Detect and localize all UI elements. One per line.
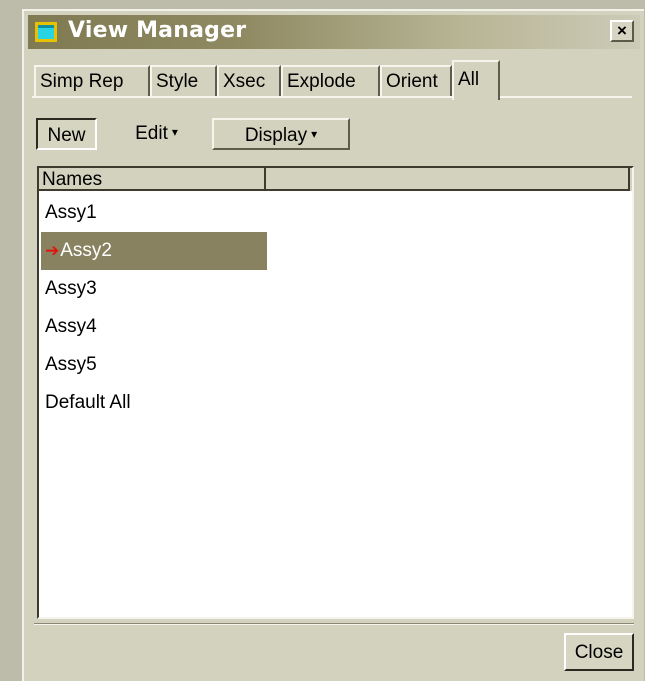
display-menu-button[interactable]: Display ▾: [212, 118, 350, 150]
list-item[interactable]: Default All: [41, 384, 131, 422]
list-item-selected[interactable]: ➔Assy2: [41, 232, 267, 270]
list-item-label: Assy2: [60, 240, 112, 261]
window-title: View Manager: [68, 18, 247, 43]
list-item[interactable]: Assy3: [41, 270, 97, 308]
title-bar[interactable]: View Manager ×: [28, 15, 640, 49]
edit-menu-button[interactable]: Edit ▾: [105, 118, 208, 150]
new-button[interactable]: New: [36, 118, 97, 150]
tab-style[interactable]: Style: [150, 65, 217, 97]
view-manager-dialog: View Manager × Simp Rep Style Xsec Explo…: [22, 9, 644, 681]
tab-all[interactable]: All: [452, 60, 500, 100]
list-item-label: Default All: [45, 392, 131, 413]
display-label: Display: [244, 125, 308, 146]
names-list[interactable]: Names Assy1 ➔Assy2 Assy3 Assy4 Assy5 Def…: [37, 166, 634, 619]
close-button[interactable]: Close: [564, 633, 634, 671]
close-icon[interactable]: ×: [610, 20, 634, 42]
list-item-label: Assy1: [45, 202, 97, 223]
list-item-label: Assy5: [45, 354, 97, 375]
column-header-2[interactable]: [266, 168, 630, 191]
list-header: Names: [39, 168, 632, 191]
column-header-names[interactable]: Names: [39, 168, 266, 191]
chevron-down-icon: ▾: [171, 125, 178, 139]
tab-panel-divider: [32, 96, 632, 98]
list-item-label: Assy4: [45, 316, 97, 337]
tab-explode[interactable]: Explode: [281, 65, 380, 97]
active-arrow-icon: ➔: [45, 241, 60, 260]
tab-orient[interactable]: Orient: [380, 65, 452, 97]
edit-label: Edit: [135, 123, 168, 144]
footer-divider: [34, 623, 634, 625]
list-item[interactable]: Assy1: [41, 194, 97, 232]
chevron-down-icon: ▾: [311, 127, 318, 141]
list-item[interactable]: Assy4: [41, 308, 97, 346]
tab-simp-rep[interactable]: Simp Rep: [34, 65, 150, 97]
list-item[interactable]: Assy5: [41, 346, 97, 384]
list-item-label: Assy3: [45, 278, 97, 299]
tab-xsec[interactable]: Xsec: [217, 65, 281, 97]
window-icon: [35, 22, 57, 42]
